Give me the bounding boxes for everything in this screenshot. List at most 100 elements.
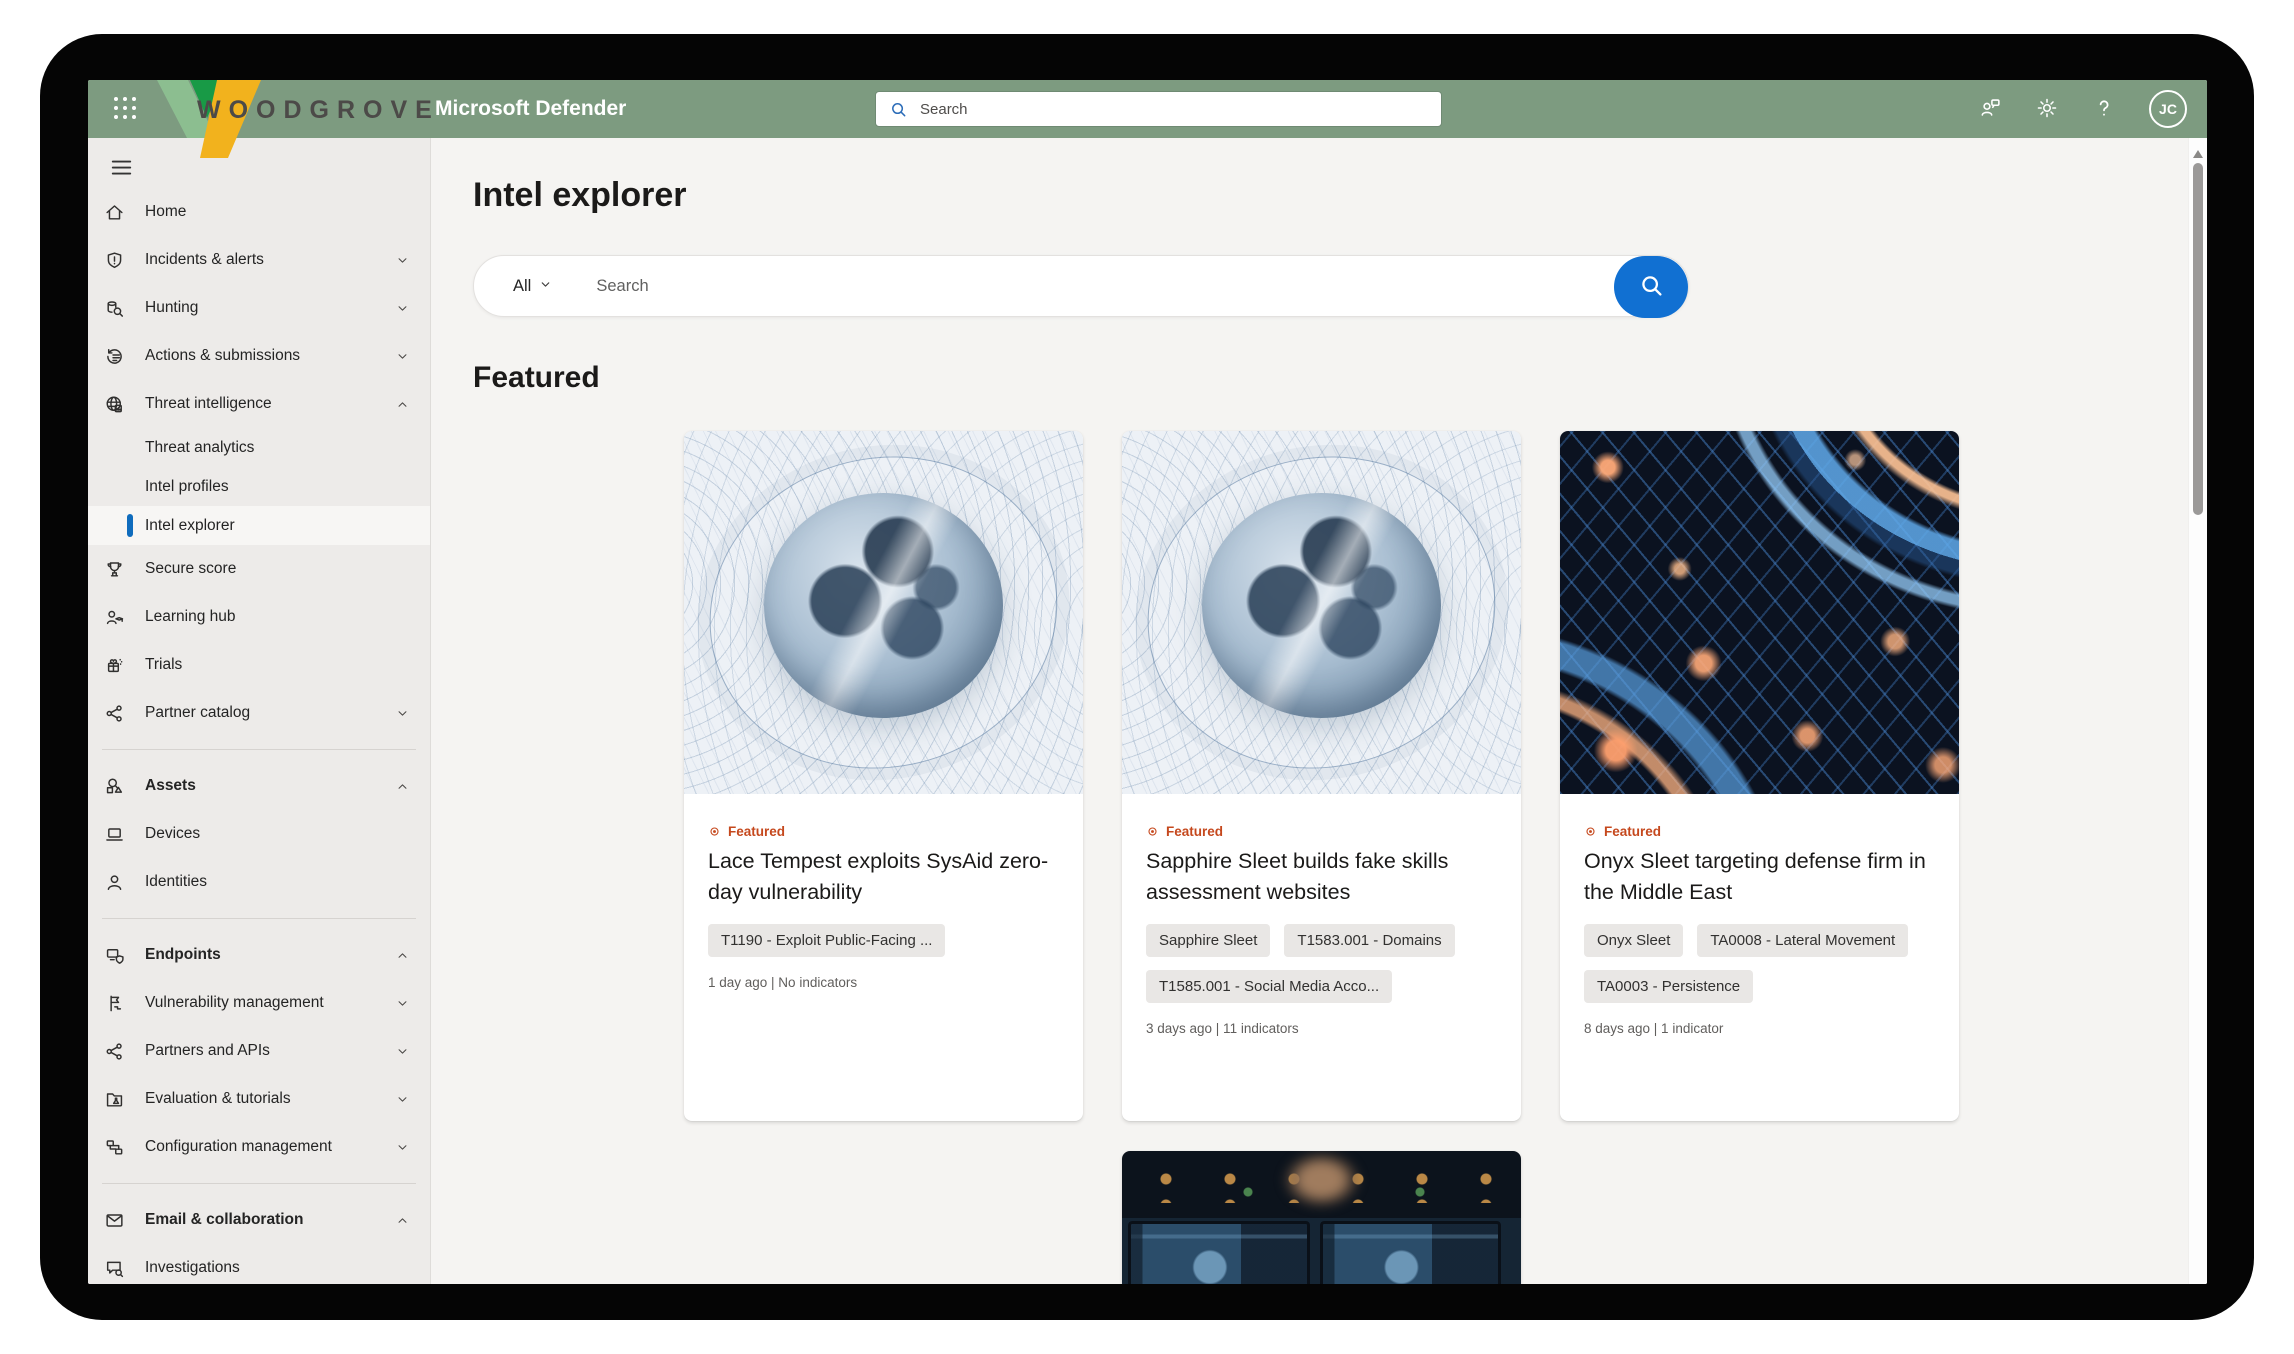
scrollbar-thumb[interactable]: [2193, 163, 2203, 515]
no-icon: [102, 436, 126, 460]
tag-pill[interactable]: Onyx Sleet: [1584, 924, 1683, 957]
sidebar-item-investigations[interactable]: Investigations: [88, 1244, 430, 1284]
sidebar-item-secure-score[interactable]: Secure score: [88, 545, 430, 593]
intel-search-input[interactable]: [594, 276, 1598, 297]
app-launcher-button[interactable]: [100, 80, 150, 138]
global-search-input[interactable]: [918, 100, 1441, 119]
sidebar-item-trials[interactable]: Trials: [88, 641, 430, 689]
partners-apis-icon: [102, 1039, 126, 1063]
sidebar-item-identities[interactable]: Identities: [88, 858, 430, 906]
collapse-nav-button[interactable]: [102, 152, 140, 186]
sidebar-item-threat-intelligence[interactable]: Threat intelligence: [88, 380, 430, 428]
data-wave-illustration: [1560, 431, 1959, 794]
sidebar-item-assets[interactable]: Assets: [88, 762, 430, 810]
avatar[interactable]: JC: [2149, 90, 2187, 128]
sidebar-item-intel-explorer[interactable]: Intel explorer: [88, 506, 430, 545]
scroll-up-arrow[interactable]: [2193, 145, 2203, 158]
monitor-right: [1320, 1221, 1502, 1284]
tag-pill[interactable]: T1585.001 - Social Media Acco...: [1146, 970, 1392, 1003]
chevron-down-icon: [395, 706, 410, 721]
no-icon: [102, 475, 126, 499]
chevron-down-icon: [395, 1092, 410, 1107]
mail-icon: [102, 1208, 126, 1232]
featured-badge: Featured: [708, 824, 1059, 839]
sidebar-item-partners-and-apis[interactable]: Partners and APIs: [88, 1027, 430, 1075]
sidebar-item-incidents-alerts[interactable]: Incidents & alerts: [88, 236, 430, 284]
tag-pill[interactable]: T1190 - Exploit Public-Facing ...: [708, 924, 945, 957]
sidebar-item-label: Investigations: [145, 1259, 422, 1277]
sidebar-item-label: Incidents & alerts: [145, 251, 395, 269]
chevron-down-icon: [395, 301, 410, 316]
search-scope-dropdown[interactable]: All: [507, 276, 558, 297]
sidebar-item-label: Home: [145, 203, 422, 221]
search-icon: [889, 100, 908, 119]
selected-indicator: [127, 514, 133, 537]
endpoints-icon: [102, 943, 126, 967]
learning-hub-icon: [102, 605, 126, 629]
featured-badge-label: Featured: [1166, 824, 1223, 839]
sidebar-item-label: Intel explorer: [145, 517, 422, 535]
search-scope-label: All: [513, 277, 531, 296]
tag-pill[interactable]: TA0003 - Persistence: [1584, 970, 1753, 1003]
no-icon: [102, 514, 126, 538]
analyst-photo: [1122, 1151, 1521, 1284]
sidebar-item-home[interactable]: Home: [88, 188, 430, 236]
card-tags: Sapphire Sleet T1583.001 - Domains T1585.0…: [1146, 924, 1497, 1003]
assets-icon: [102, 774, 126, 798]
app-body: Home Incidents & alerts Hunting Actions …: [88, 138, 2207, 1284]
search-button[interactable]: [1614, 256, 1688, 318]
identities-icon: [102, 870, 126, 894]
tag-pill[interactable]: T1583.001 - Domains: [1284, 924, 1454, 957]
sidebar-item-label: Trials: [145, 656, 422, 674]
featured-section-title: Featured: [473, 361, 2207, 395]
tag-pill[interactable]: Sapphire Sleet: [1146, 924, 1270, 957]
featured-card-partial[interactable]: [1122, 1151, 1521, 1284]
sidebar-item-partner-catalog[interactable]: Partner catalog: [88, 689, 430, 737]
sidebar-item-threat-analytics[interactable]: Threat analytics: [88, 428, 430, 467]
target-icon: [1146, 825, 1159, 838]
sidebar-item-label: Learning hub: [145, 608, 422, 626]
sidebar-item-devices[interactable]: Devices: [88, 810, 430, 858]
globe-sphere: [1202, 493, 1441, 718]
sidebar-item-intel-profiles[interactable]: Intel profiles: [88, 467, 430, 506]
featured-badge: Featured: [1146, 824, 1497, 839]
vertical-scrollbar: [2188, 138, 2207, 1284]
chevron-up-icon: [395, 779, 410, 794]
sidebar-item-learning-hub[interactable]: Learning hub: [88, 593, 430, 641]
feedback-button[interactable]: [1978, 96, 2002, 123]
help-icon: [2092, 96, 2116, 123]
sidebar-item-label: Vulnerability management: [145, 994, 395, 1012]
featured-card[interactable]: Featured Sapphire Sleet builds fake skil…: [1122, 431, 1521, 1121]
chevron-up-icon: [395, 397, 410, 412]
main-content: Intel explorer All Featured: [431, 138, 2207, 1284]
globe-network-illustration: [684, 431, 1083, 794]
sidebar-item-hunting[interactable]: Hunting: [88, 284, 430, 332]
chevron-down-icon: [395, 253, 410, 268]
sidebar-item-label: Threat analytics: [145, 439, 422, 457]
help-button[interactable]: [2092, 96, 2116, 123]
sidebar-item-label: Partner catalog: [145, 704, 395, 722]
sidebar-item-label: Evaluation & tutorials: [145, 1090, 395, 1108]
partner-catalog-icon: [102, 701, 126, 725]
tag-pill[interactable]: TA0008 - Lateral Movement: [1697, 924, 1908, 957]
settings-button[interactable]: [2035, 96, 2059, 123]
sidebar-item-email-collaboration[interactable]: Email & collaboration: [88, 1196, 430, 1244]
sidebar-divider: [102, 918, 416, 919]
sidebar-item-label: Configuration management: [145, 1138, 395, 1156]
sidebar-divider: [102, 749, 416, 750]
sidebar-item-actions-submissions[interactable]: Actions & submissions: [88, 332, 430, 380]
header-actions: JC: [1978, 80, 2187, 138]
sidebar-item-label: Endpoints: [145, 946, 395, 964]
featured-card[interactable]: Featured Lace Tempest exploits SysAid ze…: [684, 431, 1083, 1121]
feedback-icon: [1978, 96, 2002, 123]
sidebar-item-configuration-management[interactable]: Configuration management: [88, 1123, 430, 1171]
waffle-icon: [112, 95, 138, 124]
card-title: Lace Tempest exploits SysAid zero-day vu…: [708, 846, 1059, 908]
menu-icon: [109, 155, 134, 183]
sidebar-item-endpoints[interactable]: Endpoints: [88, 931, 430, 979]
sidebar-item-evaluation-tutorials[interactable]: Evaluation & tutorials: [88, 1075, 430, 1123]
configuration-icon: [102, 1135, 126, 1159]
featured-card[interactable]: Featured Onyx Sleet targeting defense fi…: [1560, 431, 1959, 1121]
sidebar-item-vulnerability-management[interactable]: Vulnerability management: [88, 979, 430, 1027]
home-icon: [102, 200, 126, 224]
